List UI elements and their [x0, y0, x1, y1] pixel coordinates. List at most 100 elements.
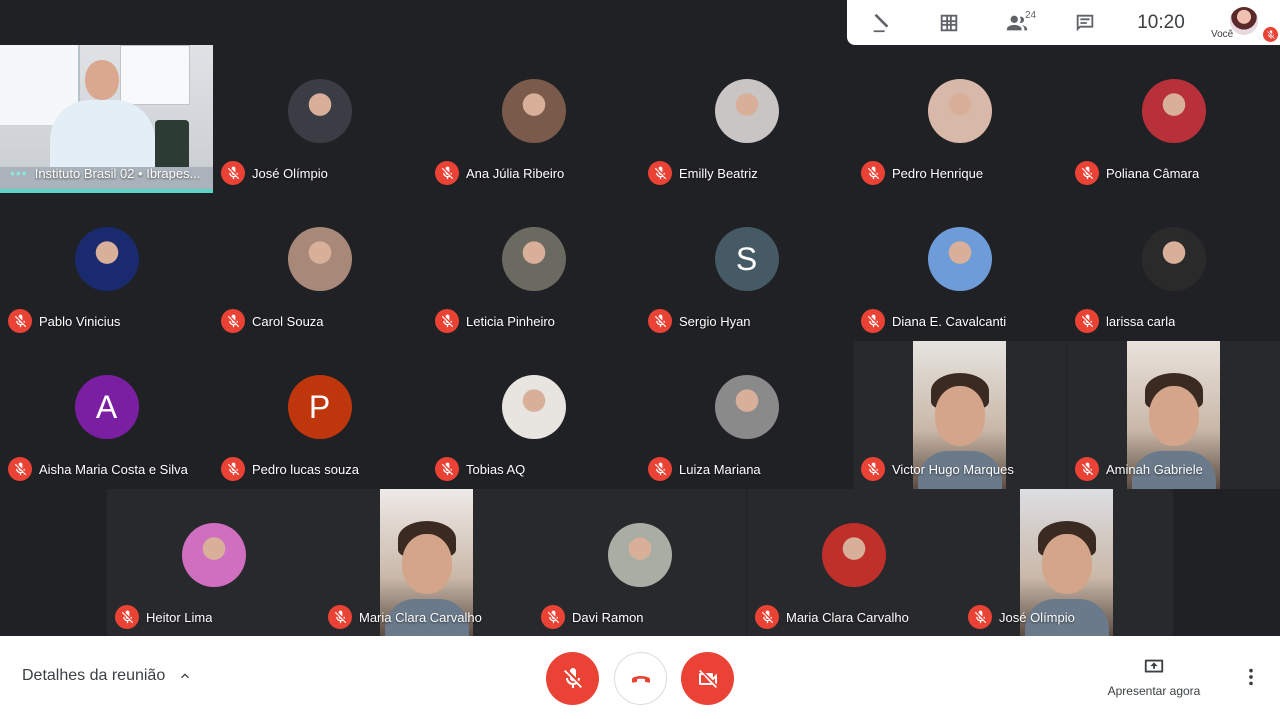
- participant-name: Emilly Beatriz: [679, 165, 758, 181]
- participant-tile[interactable]: Maria Clara Carvalho: [747, 489, 960, 637]
- participant-name-row: Poliana Câmara: [1075, 161, 1199, 185]
- participant-tile[interactable]: Carol Souza: [213, 193, 426, 341]
- mic-toggle-button[interactable]: [546, 652, 599, 705]
- participant-tile[interactable]: José Olímpio: [213, 45, 426, 193]
- mic-off-icon: [1075, 309, 1099, 333]
- avatar-initial: A: [95, 388, 118, 425]
- participant-avatar: [607, 523, 672, 587]
- mic-off-icon: [861, 309, 885, 333]
- present-now-button[interactable]: Apresentar agora: [1100, 656, 1208, 700]
- participants-button[interactable]: 24: [983, 0, 1051, 45]
- participant-tile[interactable]: Ana Júlia Ribeiro: [427, 45, 640, 193]
- hang-up-icon: [631, 675, 650, 683]
- chat-icon: [1076, 14, 1094, 31]
- participant-name: Diana E. Cavalcanti: [892, 313, 1007, 329]
- participant-name-row: Pedro Henrique: [861, 161, 983, 185]
- participant-name: larissa carla: [1106, 313, 1176, 329]
- participant-name: Poliana Câmara: [1106, 165, 1200, 181]
- participant-name-row: Victor Hugo Marques: [861, 457, 1014, 481]
- mic-off-icon: [968, 605, 992, 629]
- participant-name: Heitor Lima: [146, 609, 213, 625]
- participant-name-row: Leticia Pinheiro: [435, 309, 555, 333]
- camera-toggle-button[interactable]: [681, 652, 734, 705]
- participant-tile[interactable]: larissa carla: [1067, 193, 1280, 341]
- presenter-tile[interactable]: ••• Instituto Brasil 02 • Ibrapes...: [0, 45, 213, 193]
- self-avatar: [1230, 7, 1258, 35]
- participant-tile[interactable]: Heitor Lima: [107, 489, 320, 637]
- participant-avatar: [287, 79, 352, 143]
- participant-avatar: [501, 375, 566, 439]
- participant-name: Tobias AQ: [466, 461, 526, 477]
- mic-off-icon: [435, 457, 459, 481]
- grid-icon: [940, 14, 958, 31]
- participant-tile[interactable]: Pablo Vinicius: [0, 193, 213, 341]
- layout-grid-button[interactable]: [915, 0, 983, 45]
- participant-tile[interactable]: P Pedro lucas souza: [213, 341, 426, 489]
- more-options-button[interactable]: [1240, 666, 1262, 688]
- participant-name: José Olímpio: [252, 165, 328, 181]
- participant-name-row: Maria Clara Carvalho: [328, 605, 482, 629]
- participant-tile[interactable]: Emilly Beatriz: [640, 45, 853, 193]
- mic-off-icon: [8, 457, 32, 481]
- participant-name-row: Heitor Lima: [115, 605, 212, 629]
- participant-tile[interactable]: Pedro Henrique: [853, 45, 1066, 193]
- bottom-bar: Detalhes da reunião Apresentar agora: [0, 636, 1280, 719]
- participant-avatar: [287, 227, 352, 291]
- participant-tile[interactable]: José Olímpio: [960, 489, 1173, 637]
- participant-tile[interactable]: Diana E. Cavalcanti: [853, 193, 1066, 341]
- participant-name-row: Davi Ramon: [541, 605, 644, 629]
- participant-tile[interactable]: Maria Clara Carvalho: [320, 489, 533, 637]
- participant-avatar: [501, 79, 566, 143]
- participant-name-row: Tobias AQ: [435, 457, 525, 481]
- leave-call-button[interactable]: [614, 652, 667, 705]
- mic-off-icon: [221, 309, 245, 333]
- participant-tile[interactable]: Davi Ramon: [533, 489, 746, 637]
- meeting-details-button[interactable]: Detalhes da reunião: [22, 667, 193, 685]
- mic-off-icon: [563, 667, 582, 688]
- mic-off-icon: [648, 309, 672, 333]
- meeting-clock: 10:20: [1137, 11, 1185, 33]
- participant-tile[interactable]: A Aisha Maria Costa e Silva: [0, 341, 213, 489]
- avatar-initial: S: [735, 240, 758, 277]
- participant-avatar: P: [287, 375, 352, 439]
- mic-off-icon: [541, 605, 565, 629]
- participant-tile[interactable]: Luiza Mariana: [640, 341, 853, 489]
- speaking-indicator-icon: •••: [10, 165, 28, 181]
- participant-name: Aisha Maria Costa e Silva: [39, 461, 188, 477]
- presenter-name-row: ••• Instituto Brasil 02 • Ibrapes...: [10, 165, 200, 181]
- mic-off-icon: [221, 161, 245, 185]
- participant-name: Aminah Gabriele: [1106, 461, 1203, 477]
- participant-name: Ana Júlia Ribeiro: [466, 165, 565, 181]
- participant-name: Maria Clara Carvalho: [359, 609, 482, 625]
- camera-off-icon: [698, 669, 717, 688]
- chat-button[interactable]: [1051, 0, 1119, 45]
- participant-name-row: Pedro lucas souza: [221, 457, 359, 481]
- participant-name-row: Diana E. Cavalcanti: [861, 309, 1006, 333]
- chevron-up-icon: [181, 673, 190, 679]
- participant-name-row: Aminah Gabriele: [1075, 457, 1203, 481]
- mic-off-icon: [861, 161, 885, 185]
- participant-avatar: S: [714, 227, 779, 291]
- mic-off-icon: [8, 309, 32, 333]
- participant-tile[interactable]: Aminah Gabriele: [1067, 341, 1280, 489]
- participant-avatar: [821, 523, 886, 587]
- mic-off-icon: [435, 161, 459, 185]
- participant-tile[interactable]: Poliana Câmara: [1067, 45, 1280, 193]
- participant-name: Pablo Vinicius: [39, 313, 121, 329]
- participant-tile[interactable]: Leticia Pinheiro: [427, 193, 640, 341]
- self-view[interactable]: Você: [1203, 0, 1278, 45]
- participant-avatar: [714, 375, 779, 439]
- participant-name-row: Carol Souza: [221, 309, 324, 333]
- participant-tile[interactable]: Tobias AQ: [427, 341, 640, 489]
- participant-name: Victor Hugo Marques: [892, 461, 1014, 477]
- participant-tile[interactable]: S Sergio Hyan: [640, 193, 853, 341]
- participant-tile[interactable]: Victor Hugo Marques: [853, 341, 1066, 489]
- participant-name: Sergio Hyan: [679, 313, 751, 329]
- mic-off-icon: [221, 457, 245, 481]
- participant-name: Davi Ramon: [572, 609, 644, 625]
- participant-name: Luiza Mariana: [679, 461, 761, 477]
- participant-avatar: [181, 523, 246, 587]
- present-now-label: Apresentar agora: [1107, 684, 1201, 698]
- host-controls-button[interactable]: [847, 0, 915, 45]
- top-bar: 24 10:20 Você: [0, 0, 1280, 45]
